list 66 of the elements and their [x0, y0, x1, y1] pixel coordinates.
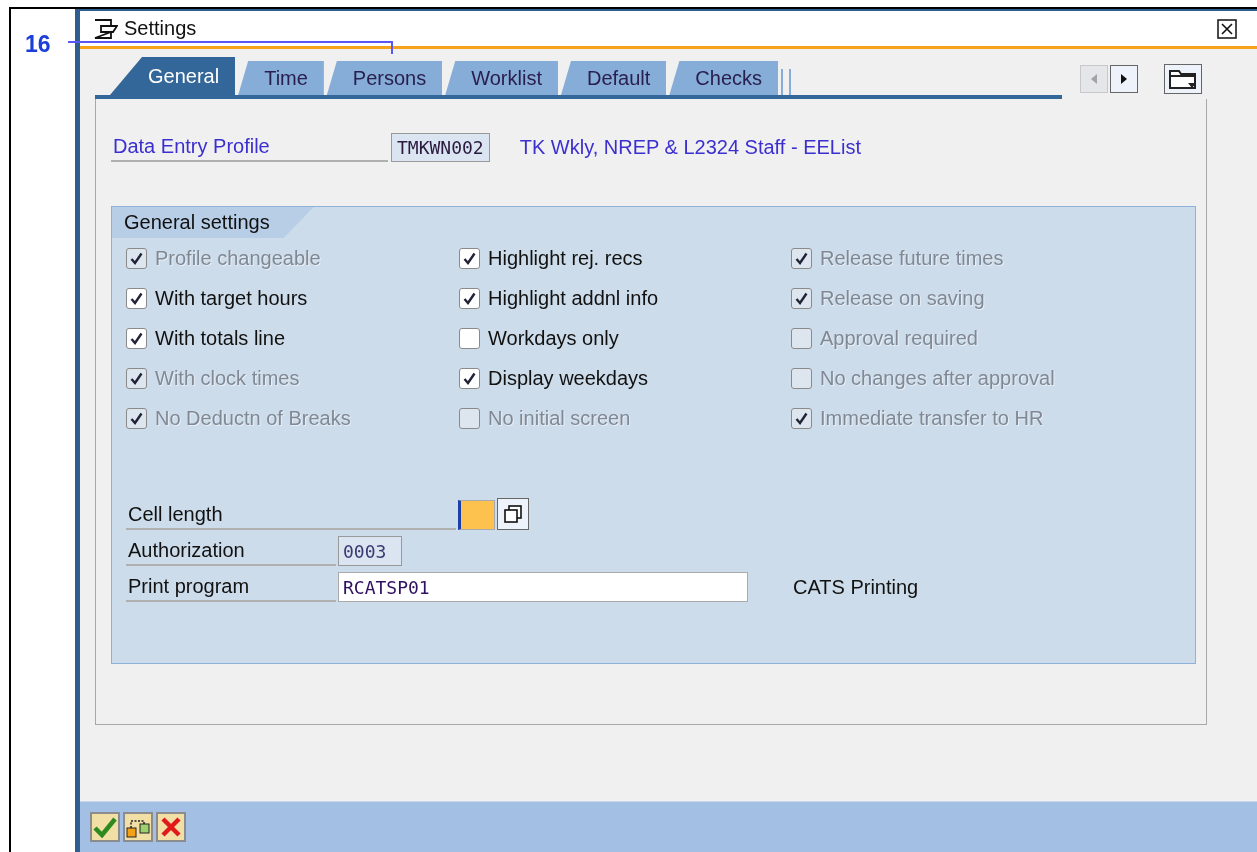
tab[interactable]: General: [110, 57, 236, 95]
input-field[interactable]: RCATSP01: [338, 572, 748, 602]
field-label: Cell length: [126, 503, 456, 530]
field-description: CATS Printing: [793, 576, 919, 600]
folder-icon: [1168, 68, 1198, 90]
field-label: Data Entry Profile: [111, 135, 388, 162]
profile-field: TMKWN002: [391, 133, 490, 162]
checkbox-label: With totals line: [155, 326, 286, 350]
group-title: General settings: [112, 207, 314, 238]
right-triangle-icon: [1119, 73, 1129, 85]
profile-description: TK Wkly, NREP & L2324 Staff - EEList: [519, 136, 861, 160]
checkbox-label: Approval required: [820, 326, 978, 350]
check-icon: [795, 251, 808, 265]
checkbox-label: No changes after approval: [820, 366, 1055, 390]
window-title: Settings: [124, 17, 197, 40]
copy-icon: [504, 505, 522, 523]
checkbox[interactable]: [126, 327, 147, 349]
checkbox[interactable]: [126, 287, 147, 309]
checkbox-label: With clock times: [155, 366, 300, 390]
checkbox-label: Release on saving: [820, 286, 985, 310]
tab[interactable]: Default: [561, 61, 667, 95]
field-label: Authorization: [126, 539, 336, 566]
checkbox-label: Immediate transfer to HR: [820, 406, 1044, 430]
input-field[interactable]: [458, 500, 495, 530]
checkbox-label: Highlight rej. recs: [488, 246, 643, 270]
checkbox-label: No Deductn of Breaks: [155, 406, 351, 430]
checkbox-label: Profile changeable: [155, 246, 321, 270]
cancel-button[interactable]: [156, 812, 186, 842]
checkbox-label: Highlight addnl info: [488, 286, 659, 310]
check-icon: [130, 291, 143, 305]
checkbox[interactable]: [459, 247, 480, 269]
close-icon[interactable]: [1217, 18, 1237, 39]
hierarchy-button[interactable]: [123, 812, 153, 842]
left-triangle-icon: [1089, 73, 1099, 85]
tab[interactable]: Time: [238, 61, 324, 95]
check-icon: [463, 251, 476, 265]
field-label: Print program: [126, 575, 336, 602]
callout-number: 16: [25, 31, 51, 57]
check-icon: [130, 331, 143, 345]
checkbox[interactable]: [459, 327, 480, 349]
value-help-button[interactable]: [497, 498, 529, 530]
cancel-icon: [160, 816, 182, 838]
checkbox[interactable]: [459, 367, 480, 389]
tab[interactable]: Persons: [326, 61, 443, 95]
tab[interactable]: Checks: [669, 61, 779, 95]
check-icon: [463, 371, 476, 385]
checkbox[interactable]: [459, 287, 480, 309]
checkbox-label: With target hours: [155, 286, 308, 310]
tab-list-button[interactable]: [1164, 64, 1202, 94]
check-icon: [130, 251, 143, 265]
check-icon: [795, 411, 808, 425]
check-icon: [463, 291, 476, 305]
check-icon: [130, 411, 143, 425]
checkbox-label: No initial screen: [488, 406, 631, 430]
input-field[interactable]: 0003: [338, 536, 402, 566]
checkbox-label: Release future times: [820, 246, 1004, 270]
check-icon: [795, 291, 808, 305]
checkbox-label: Workdays only: [488, 326, 619, 350]
check-icon: [130, 371, 143, 385]
tab-overflow-marker: [781, 69, 792, 95]
scroll-right-button[interactable]: [1110, 65, 1138, 93]
window-icon: [94, 18, 118, 39]
tab[interactable]: Worklist: [445, 61, 558, 95]
checkmark-icon: [93, 816, 117, 838]
confirm-button[interactable]: [90, 812, 120, 842]
checkbox-label: Display weekdays: [488, 366, 649, 390]
